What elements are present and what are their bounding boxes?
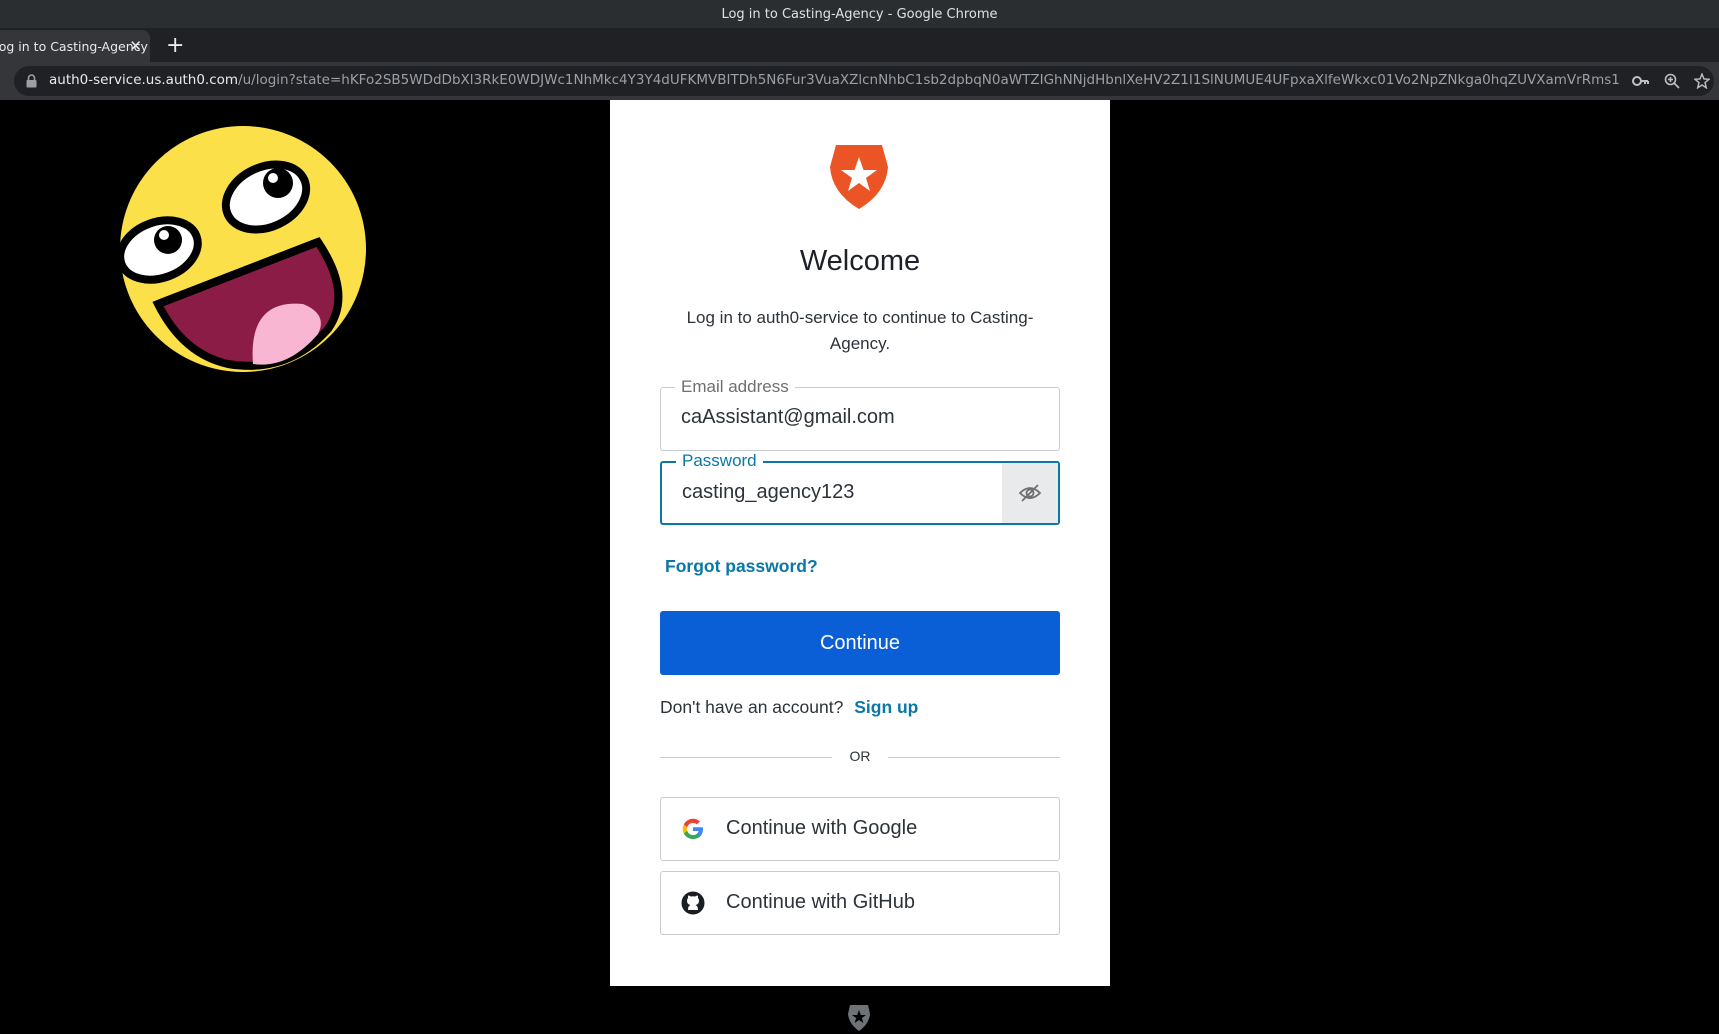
window-titlebar: Log in to Casting-Agency - Google Chrome	[0, 0, 1719, 28]
auth0-logo-icon	[830, 145, 888, 209]
tab-title: Log in to Casting-Agency	[0, 38, 148, 54]
password-label: Password	[676, 451, 763, 471]
signup-prompt: Don't have an account? Sign up	[660, 697, 918, 718]
window-title: Log in to Casting-Agency - Google Chrome	[721, 6, 998, 22]
no-account-text: Don't have an account?	[660, 697, 844, 717]
google-icon	[682, 818, 703, 839]
google-button-label: Continue with Google	[726, 817, 918, 839]
continue-button[interactable]: Continue	[660, 611, 1060, 675]
tab-strip: Log in to Casting-Agency ✕	[0, 28, 1719, 62]
auth0-footer-logo-icon	[848, 1005, 870, 1031]
address-bar[interactable]: auth0-service.us.auth0.com/u/login?state…	[14, 66, 1714, 96]
page-title: Welcome	[799, 245, 921, 277]
zoom-icon[interactable]	[1664, 73, 1680, 89]
github-button-label: Continue with GitHub	[726, 891, 915, 913]
password-field[interactable]: Password casting_agency123	[660, 451, 1060, 525]
divider-line-right	[888, 757, 1060, 758]
or-text: OR	[849, 748, 871, 764]
signup-link[interactable]: Sign up	[854, 697, 918, 717]
github-icon	[681, 891, 705, 915]
browser-tab[interactable]: Log in to Casting-Agency ✕	[0, 30, 150, 62]
smiley-face-image	[118, 126, 366, 372]
continue-with-github-button[interactable]: Continue with GitHub	[660, 871, 1060, 935]
email-field[interactable]: Email address caAssistant@gmail.com	[660, 377, 1060, 451]
new-tab-button[interactable]: +	[166, 33, 184, 58]
eye-slash-icon	[1018, 484, 1042, 502]
lock-icon[interactable]	[26, 74, 37, 88]
star-icon[interactable]	[1694, 73, 1710, 89]
password-input[interactable]: casting_agency123	[682, 481, 854, 504]
or-divider: OR	[660, 748, 1060, 768]
login-subtitle: Log in to auth0-service to continue to C…	[686, 308, 1034, 353]
page-viewport: Welcome Log in to auth0-service to conti…	[0, 100, 1719, 1034]
toggle-password-visibility-button[interactable]	[1002, 463, 1058, 523]
email-label: Email address	[675, 377, 795, 397]
login-card: Welcome Log in to auth0-service to conti…	[610, 100, 1110, 986]
browser-toolbar: auth0-service.us.auth0.com/u/login?state…	[0, 62, 1719, 100]
key-icon[interactable]	[1632, 73, 1650, 89]
url-text[interactable]: auth0-service.us.auth0.com/u/login?state…	[49, 72, 1619, 88]
email-input[interactable]: caAssistant@gmail.com	[681, 406, 895, 429]
continue-with-google-button[interactable]: Continue with Google	[660, 797, 1060, 861]
url-path: /u/login?state=hKFo2SB5WDdDbXl3RkE0WDJWc…	[238, 72, 1619, 88]
forgot-password-link[interactable]: Forgot password?	[665, 556, 818, 577]
url-host: auth0-service.us.auth0.com	[49, 72, 239, 88]
tab-close-icon[interactable]: ✕	[129, 37, 142, 55]
